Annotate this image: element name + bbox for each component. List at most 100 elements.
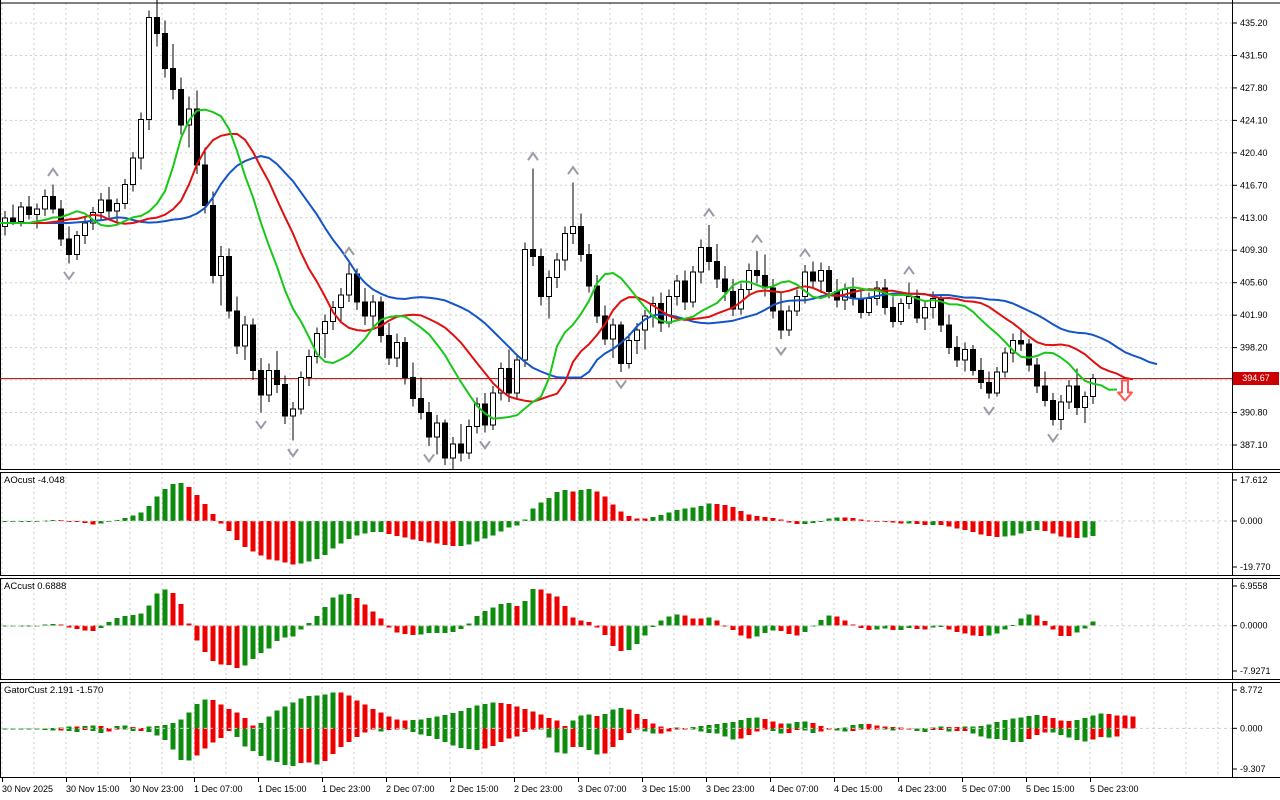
histogram-bar — [923, 626, 928, 630]
price-axis[interactable]: 435.20431.50427.80424.10420.40416.70413.… — [1232, 18, 1268, 450]
histogram-bar — [611, 505, 616, 521]
bear-candle — [755, 270, 760, 275]
histogram-bar — [507, 704, 512, 728]
histogram-bar — [179, 719, 184, 728]
histogram-bar — [339, 693, 344, 729]
histogram-bar — [163, 489, 168, 521]
time-tick-label: 30 Nov 15:00 — [66, 784, 120, 794]
gator-indicator-panel[interactable]: 8.7720.000-9.307 GatorCust 2.191 -1.570 — [0, 682, 1280, 778]
histogram-bar — [971, 626, 976, 636]
time-tick-label: 1 Dec 15:00 — [258, 784, 307, 794]
histogram-bar — [747, 718, 752, 728]
histogram-bar — [771, 722, 776, 729]
histogram-bar — [75, 728, 80, 732]
time-tick-label: 4 Dec 23:00 — [898, 784, 947, 794]
histogram-bar — [611, 709, 616, 728]
indicator-tick-label: -9.307 — [1240, 764, 1266, 774]
histogram-bar — [211, 728, 216, 742]
histogram-bar — [483, 611, 488, 626]
bear-candle — [275, 370, 280, 384]
time-axis[interactable]: 30 Nov 202530 Nov 15:0030 Nov 23:001 Dec… — [0, 778, 1280, 800]
histogram-bar — [291, 626, 296, 637]
histogram-bar — [371, 521, 376, 532]
histogram-bar — [131, 615, 136, 626]
histogram-bar — [1059, 728, 1064, 735]
fractal-up-icon — [344, 248, 354, 255]
histogram-bar — [483, 521, 488, 539]
bear-candle — [1051, 400, 1056, 419]
histogram-bar — [619, 728, 624, 740]
main-price-chart[interactable]: 435.20431.50427.80424.10420.40416.70413.… — [0, 0, 1280, 470]
histogram-bar — [571, 728, 576, 747]
ac-indicator-panel[interactable]: 6.95580.0000-7.9271 ACcust 0.6888 — [0, 578, 1280, 680]
histogram-bar — [403, 626, 408, 634]
bear-candle — [531, 249, 536, 256]
histogram-bar — [1075, 728, 1080, 740]
bear-candle — [595, 286, 600, 316]
histogram-bar — [643, 626, 648, 636]
histogram-bar — [1035, 521, 1040, 530]
histogram-bar — [107, 622, 112, 626]
histogram-bar — [291, 703, 296, 729]
histogram-bar — [507, 728, 512, 738]
histogram-bar — [195, 704, 200, 728]
time-tick — [962, 778, 963, 782]
bull-candle — [371, 302, 376, 316]
histogram-bar — [819, 620, 824, 626]
histogram-bar — [451, 626, 456, 632]
histogram-bar — [259, 626, 264, 654]
histogram-bar — [187, 728, 192, 760]
histogram-bar — [1091, 521, 1096, 536]
fractal-down-icon — [288, 449, 298, 456]
histogram-bar — [363, 705, 368, 729]
histogram-bar — [347, 728, 352, 742]
histogram-bar — [819, 728, 824, 731]
bear-candle — [27, 207, 32, 214]
histogram-bar — [1099, 728, 1104, 737]
bull-candle — [243, 325, 248, 346]
histogram-bar — [1107, 714, 1112, 728]
histogram-bar — [139, 512, 144, 520]
bear-candle — [715, 262, 720, 280]
bull-candle — [747, 270, 752, 289]
gator-histogram-canvas[interactable]: 8.7720.000-9.307 — [0, 682, 1280, 778]
candlestick-chart-canvas[interactable]: 435.20431.50427.80424.10420.40416.70413.… — [0, 0, 1280, 470]
time-tick-label: 1 Dec 07:00 — [194, 784, 243, 794]
bear-candle — [723, 279, 728, 291]
histogram-bar — [843, 620, 848, 625]
histogram-bar — [355, 598, 360, 626]
ao-indicator-panel[interactable]: 17.6120.000-19.770 AOcust -4.048 — [0, 472, 1280, 576]
histogram-bar — [259, 521, 264, 556]
bear-candle — [259, 370, 264, 395]
histogram-bar — [411, 728, 416, 732]
time-tick-label: 5 Dec 15:00 — [1026, 784, 1075, 794]
ao-histogram-canvas[interactable]: 17.6120.000-19.770 — [0, 472, 1280, 576]
histogram-bar — [603, 497, 608, 521]
bull-candle — [907, 297, 912, 304]
time-tick — [386, 778, 387, 782]
histogram-bar — [947, 626, 952, 630]
bull-candle — [307, 356, 312, 377]
ac-histogram-canvas[interactable]: 6.95580.0000-7.9271 — [0, 578, 1280, 680]
histogram-bar — [971, 521, 976, 532]
histogram-bar — [891, 626, 896, 630]
histogram-bar — [795, 722, 800, 728]
histogram-bar — [515, 707, 520, 729]
histogram-bar — [1107, 728, 1112, 737]
histogram-bar — [531, 712, 536, 729]
histogram-bar — [475, 521, 480, 542]
bear-candle — [779, 311, 784, 330]
price-tick-label: 427.80 — [1240, 83, 1268, 93]
time-tick — [258, 778, 259, 782]
current-price-tag: 394.67 — [1233, 372, 1279, 385]
histogram-bar — [395, 521, 400, 536]
bear-candle — [355, 274, 360, 302]
time-tick — [770, 778, 771, 782]
histogram-bar — [299, 626, 304, 630]
bear-candle — [827, 270, 832, 291]
histogram-bar — [371, 612, 376, 626]
histogram-bar — [995, 722, 1000, 728]
histogram-bar — [763, 517, 768, 521]
histogram-bar — [715, 728, 720, 733]
histogram-bar — [315, 521, 320, 559]
